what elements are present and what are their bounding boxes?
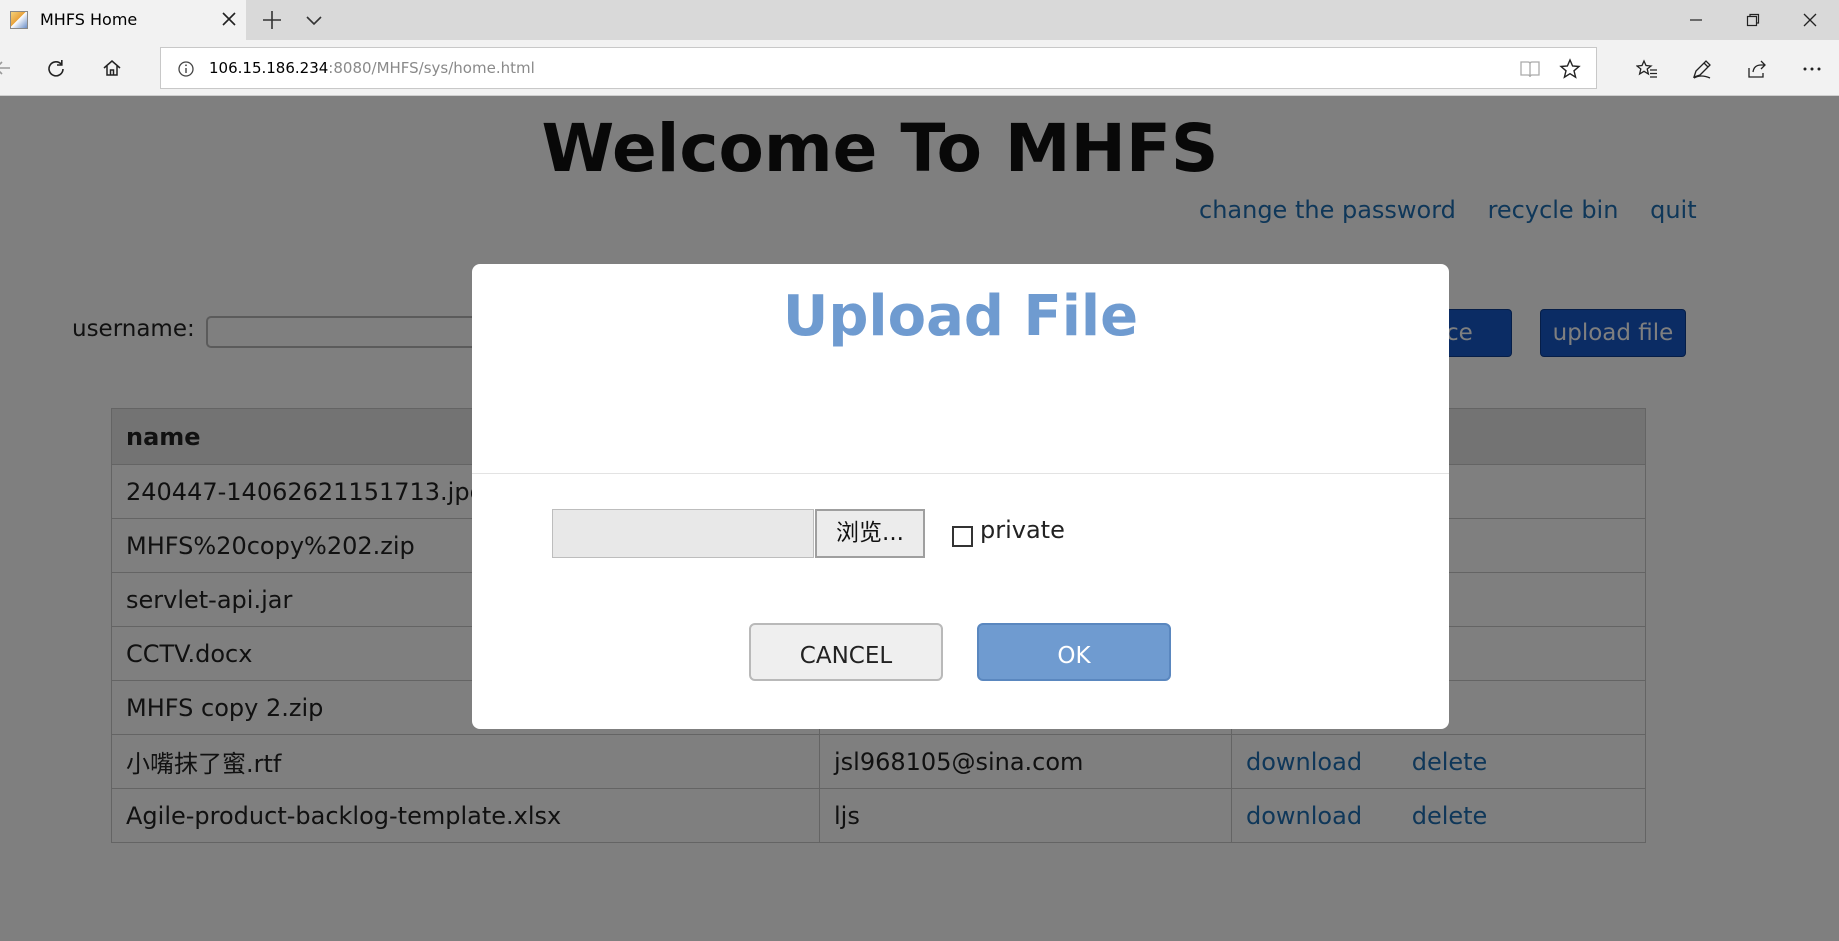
private-checkbox[interactable] bbox=[952, 526, 973, 547]
address-url[interactable]: 106.15.186.234:8080/MHFS/sys/home.html bbox=[209, 59, 535, 77]
favorites-hub-icon[interactable] bbox=[1630, 52, 1662, 84]
cancel-button[interactable]: CANCEL bbox=[749, 623, 943, 681]
share-icon[interactable] bbox=[1740, 52, 1772, 84]
back-arrow-icon[interactable] bbox=[0, 52, 18, 84]
home-icon[interactable] bbox=[96, 52, 128, 84]
browser-tab[interactable]: MHFS Home bbox=[0, 0, 246, 40]
tab-title: MHFS Home bbox=[40, 10, 138, 29]
file-path-field[interactable] bbox=[552, 509, 814, 558]
refresh-icon[interactable] bbox=[40, 52, 72, 84]
info-icon[interactable] bbox=[177, 60, 195, 78]
star-icon[interactable] bbox=[1559, 58, 1581, 84]
browser-tab-bar: MHFS Home bbox=[0, 0, 1839, 40]
dialog-divider bbox=[472, 473, 1449, 474]
address-bar[interactable]: 106.15.186.234:8080/MHFS/sys/home.html bbox=[160, 47, 1597, 89]
reading-view-icon[interactable] bbox=[1519, 59, 1541, 83]
browser-nav-bar: 106.15.186.234:8080/MHFS/sys/home.html bbox=[0, 40, 1839, 96]
dialog-title: Upload File bbox=[782, 284, 1139, 349]
page-favicon-icon bbox=[10, 11, 28, 29]
browse-button[interactable]: 浏览... bbox=[815, 509, 925, 558]
window-close-icon[interactable] bbox=[1781, 0, 1839, 40]
new-tab-plus-icon[interactable] bbox=[258, 6, 286, 34]
address-host: 106.15.186.234 bbox=[209, 59, 329, 77]
window-minimize-icon[interactable] bbox=[1667, 0, 1725, 40]
tab-list-chevron-down-icon[interactable] bbox=[300, 6, 328, 34]
ok-button[interactable]: OK bbox=[977, 623, 1171, 681]
more-icon[interactable] bbox=[1795, 52, 1827, 84]
close-tab-icon[interactable] bbox=[218, 8, 240, 30]
window-restore-icon[interactable] bbox=[1724, 0, 1782, 40]
pen-icon[interactable] bbox=[1685, 52, 1717, 84]
private-label: private bbox=[980, 516, 1065, 544]
address-path: :8080/MHFS/sys/home.html bbox=[328, 59, 535, 77]
upload-file-dialog: Upload File 浏览... private CANCEL OK bbox=[472, 264, 1449, 729]
